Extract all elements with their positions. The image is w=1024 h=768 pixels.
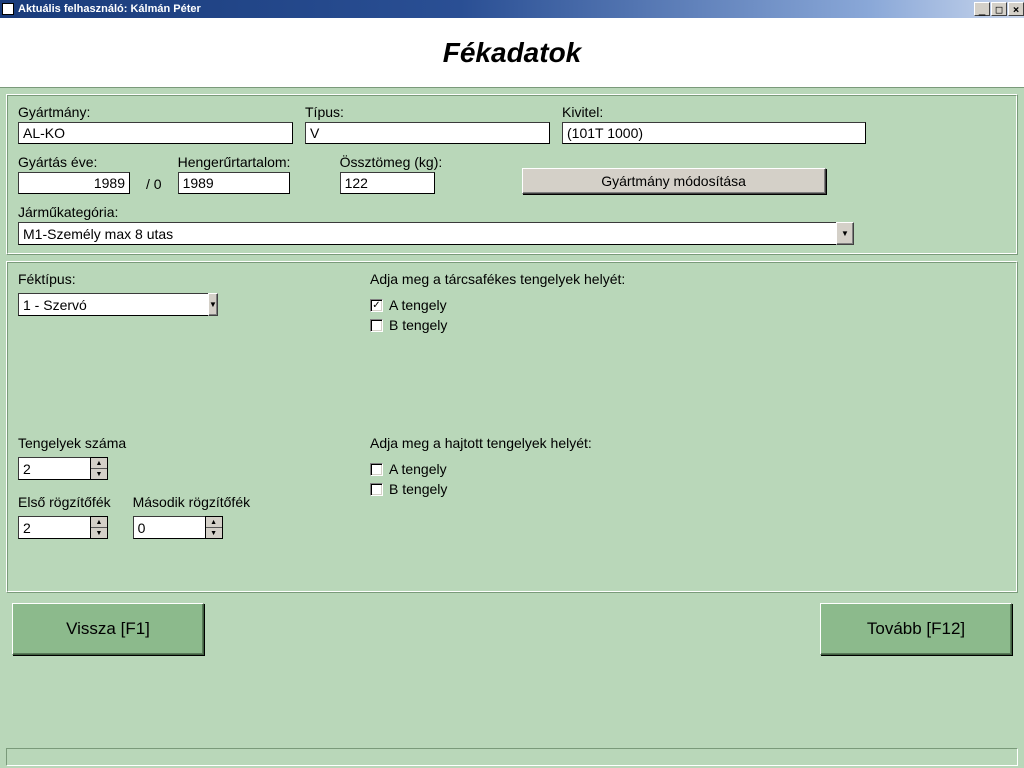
status-bar — [6, 748, 1018, 766]
weight-field[interactable] — [340, 172, 435, 194]
discbrake-a-checkbox[interactable]: ✓ A tengely — [370, 297, 625, 313]
maximize-button[interactable]: □ — [991, 2, 1007, 16]
driven-group-label: Adja meg a hajtott tengelyek helyét: — [370, 435, 592, 451]
minimize-button[interactable]: _ — [974, 2, 990, 16]
driven-b-label: B tengely — [389, 481, 447, 497]
chevron-down-icon[interactable]: ▼ — [208, 293, 218, 316]
title-bar: Aktuális felhasználó: Kálmán Péter _ □ × — [0, 0, 1024, 18]
next-button[interactable]: Tovább [F12] — [820, 603, 1012, 655]
category-value[interactable] — [18, 222, 836, 245]
discbrake-a-label: A tengely — [389, 297, 447, 313]
checkbox-icon: ✓ — [370, 299, 383, 312]
checkbox-icon — [370, 483, 383, 496]
discbrake-group-label: Adja meg a tárcsafékes tengelyek helyét: — [370, 271, 625, 287]
year-label: Gyártás éve: — [18, 154, 130, 170]
axlecount-stepper[interactable]: ▲ ▼ — [18, 457, 358, 480]
close-button[interactable]: × — [1008, 2, 1024, 16]
manufacturer-label: Gyártmány: — [18, 104, 293, 120]
app-icon — [2, 3, 14, 15]
page-header: Fékadatok — [0, 18, 1024, 88]
parkbrake1-value[interactable] — [18, 516, 90, 539]
brake-panel: Féktípus: ▼ Adja meg a tárcsafékes tenge… — [6, 261, 1018, 593]
category-select[interactable]: ▼ — [18, 222, 854, 245]
parkbrake1-stepper[interactable]: ▲ ▼ — [18, 516, 111, 539]
driven-a-checkbox[interactable]: A tengely — [370, 461, 592, 477]
parkbrake2-label: Második rögzítőfék — [133, 494, 251, 510]
axlecount-value[interactable] — [18, 457, 90, 480]
page-title: Fékadatok — [443, 37, 582, 69]
checkbox-icon — [370, 463, 383, 476]
year-suffix: / 0 — [142, 176, 166, 192]
manufacturer-field[interactable] — [18, 122, 293, 144]
chevron-up-icon[interactable]: ▲ — [206, 517, 222, 528]
model-field[interactable] — [562, 122, 866, 144]
type-field[interactable] — [305, 122, 550, 144]
driven-b-checkbox[interactable]: B tengely — [370, 481, 592, 497]
discbrake-b-checkbox[interactable]: B tengely — [370, 317, 625, 333]
parkbrake1-label: Első rögzítőfék — [18, 494, 111, 510]
displacement-field[interactable] — [178, 172, 290, 194]
axlecount-label: Tengelyek száma — [18, 435, 358, 451]
back-button[interactable]: Vissza [F1] — [12, 603, 204, 655]
chevron-down-icon[interactable]: ▼ — [836, 222, 854, 245]
footer-bar: Vissza [F1] Tovább [F12] — [6, 599, 1018, 655]
braketype-value[interactable] — [18, 293, 208, 316]
modify-manufacturer-button[interactable]: Gyártmány módosítása — [522, 168, 826, 194]
type-label: Típus: — [305, 104, 550, 120]
weight-label: Össztömeg (kg): — [340, 154, 510, 170]
model-label: Kivitel: — [562, 104, 1006, 120]
chevron-up-icon[interactable]: ▲ — [91, 458, 107, 469]
displacement-label: Hengerűrtartalom: — [178, 154, 328, 170]
chevron-down-icon[interactable]: ▼ — [91, 528, 107, 538]
parkbrake2-stepper[interactable]: ▲ ▼ — [133, 516, 251, 539]
year-field[interactable] — [18, 172, 130, 194]
parkbrake2-value[interactable] — [133, 516, 205, 539]
window-title: Aktuális felhasználó: Kálmán Péter — [18, 3, 201, 15]
driven-a-label: A tengely — [389, 461, 447, 477]
braketype-select[interactable]: ▼ — [18, 293, 204, 316]
chevron-down-icon[interactable]: ▼ — [91, 469, 107, 479]
manufacturer-panel: Gyártmány: Típus: Kivitel: Gyártás éve: — [6, 94, 1018, 255]
chevron-down-icon[interactable]: ▼ — [206, 528, 222, 538]
discbrake-b-label: B tengely — [389, 317, 447, 333]
checkbox-icon — [370, 319, 383, 332]
category-label: Járműkategória: — [18, 204, 1006, 220]
chevron-up-icon[interactable]: ▲ — [91, 517, 107, 528]
braketype-label: Féktípus: — [18, 271, 358, 287]
